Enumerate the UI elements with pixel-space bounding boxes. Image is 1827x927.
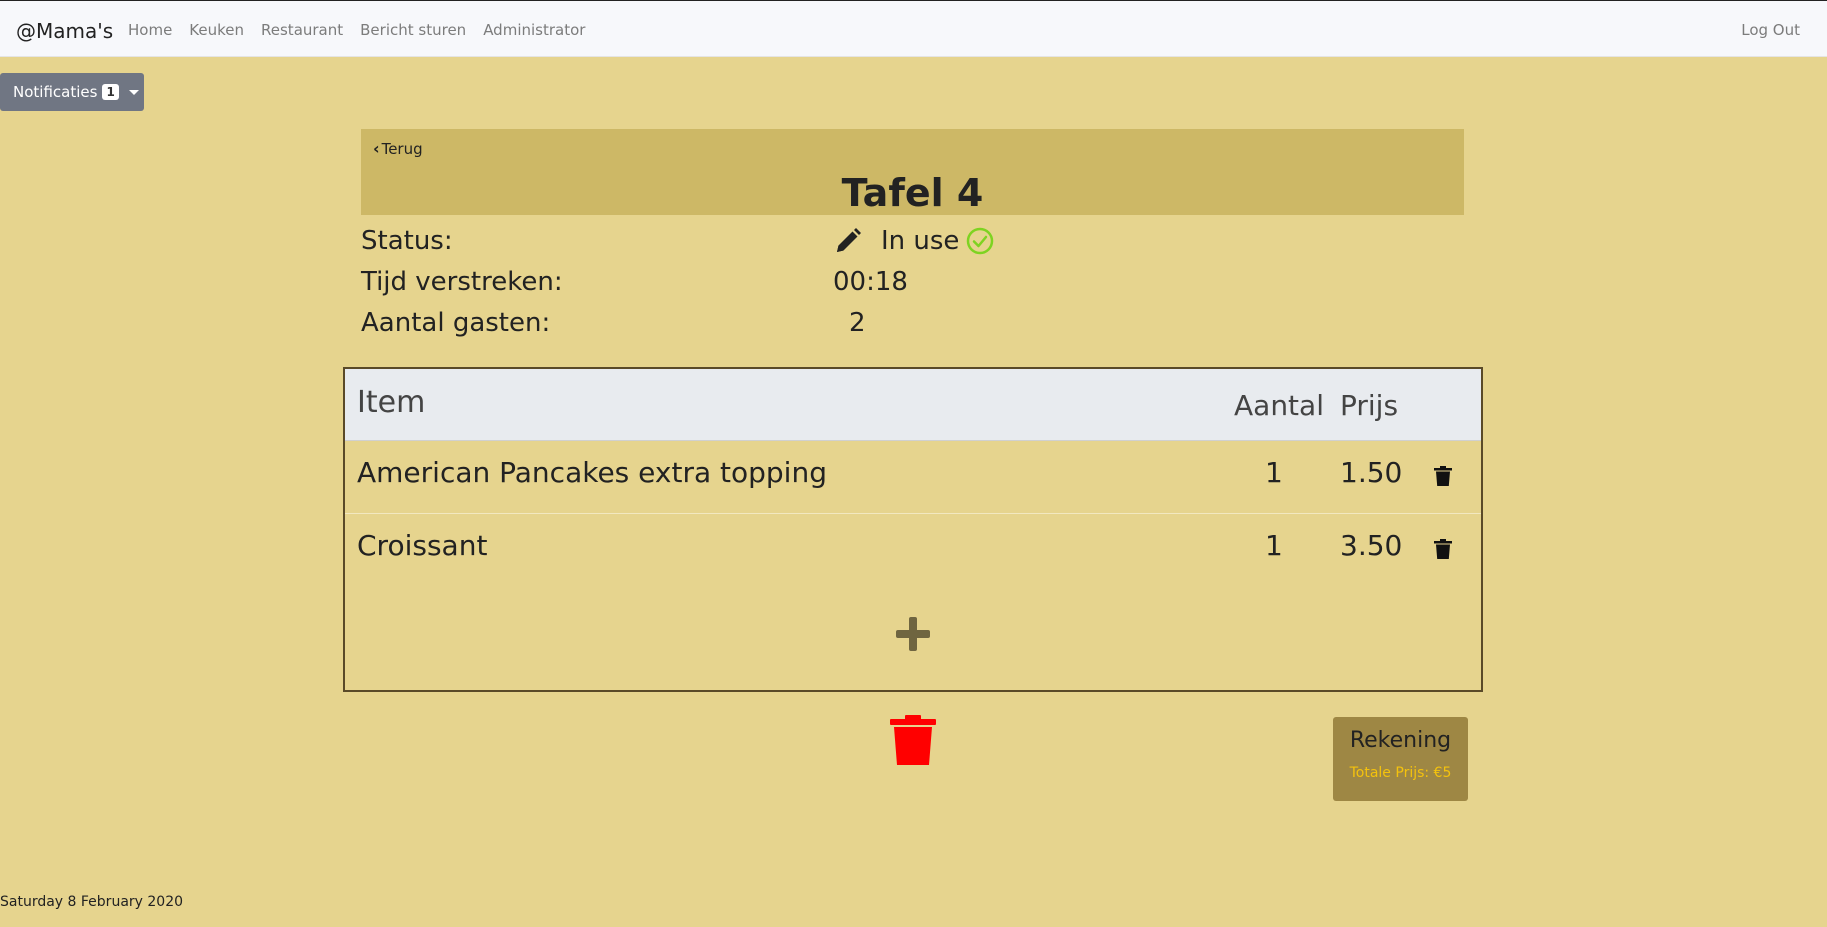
row-item-price: 1.50 bbox=[1340, 456, 1403, 489]
nav-link-home[interactable]: Home bbox=[128, 21, 172, 39]
brand-logo[interactable]: @Mama's bbox=[16, 19, 113, 43]
guests-row: Aantal gasten: 2 bbox=[361, 308, 1061, 344]
nav-link-bericht-sturen[interactable]: Bericht sturen bbox=[360, 21, 466, 39]
status-label: Status: bbox=[361, 226, 453, 256]
footer-date: Saturday 8 February 2020 bbox=[0, 894, 184, 910]
delete-table-trash-icon[interactable] bbox=[890, 715, 936, 765]
notifications-dropdown-button[interactable]: Notificaties 1 bbox=[0, 73, 144, 111]
table-row: Croissant 1 3.50 bbox=[345, 515, 1481, 587]
table-header-panel: ‹ Terug Tafel 4 bbox=[361, 129, 1464, 215]
pencil-edit-icon[interactable] bbox=[833, 226, 863, 256]
status-value: In use bbox=[881, 226, 960, 256]
status-value-group: In use bbox=[833, 226, 994, 256]
caret-down-icon bbox=[128, 89, 139, 95]
logout-link[interactable]: Log Out bbox=[1741, 21, 1800, 39]
column-header-price: Prijs bbox=[1340, 389, 1399, 422]
row-item-quantity: 1 bbox=[1265, 456, 1283, 489]
status-row: Status: In use bbox=[361, 226, 1061, 262]
back-label: Terug bbox=[381, 139, 423, 158]
nav-link-restaurant[interactable]: Restaurant bbox=[261, 21, 343, 39]
order-table: Item Aantal Prijs American Pancakes extr… bbox=[343, 367, 1483, 692]
check-circle-icon bbox=[966, 227, 994, 255]
nav-links: Home Keuken Restaurant Bericht sturen Ad… bbox=[128, 21, 602, 39]
back-link[interactable]: ‹ Terug bbox=[373, 139, 423, 158]
navbar: @Mama's Home Keuken Restaurant Bericht s… bbox=[0, 0, 1827, 57]
notifications-label: Notificaties bbox=[13, 83, 98, 101]
nav-link-administrator[interactable]: Administrator bbox=[483, 21, 585, 39]
bill-label: Rekening bbox=[1349, 728, 1452, 753]
page-title: Tafel 4 bbox=[841, 171, 984, 215]
bill-total-price: Totale Prijs: €5 bbox=[1349, 765, 1452, 781]
trash-icon[interactable] bbox=[1434, 466, 1452, 486]
add-item-plus-icon[interactable] bbox=[893, 614, 933, 654]
guests-label: Aantal gasten: bbox=[361, 308, 551, 338]
elapsed-time-value: 00:18 bbox=[833, 267, 908, 297]
guests-value[interactable]: 2 bbox=[849, 308, 866, 338]
nav-link-keuken[interactable]: Keuken bbox=[189, 21, 244, 39]
table-header-row: Item Aantal Prijs bbox=[345, 369, 1481, 441]
row-item-price: 3.50 bbox=[1340, 529, 1403, 562]
bill-button[interactable]: Rekening Totale Prijs: €5 bbox=[1333, 717, 1468, 801]
notifications-count-badge: 1 bbox=[102, 84, 119, 100]
elapsed-time-label: Tijd verstreken: bbox=[361, 267, 563, 297]
row-item-name: Croissant bbox=[357, 529, 488, 562]
column-header-quantity: Aantal bbox=[1234, 389, 1324, 422]
chevron-left-icon: ‹ bbox=[373, 139, 380, 158]
row-item-name: American Pancakes extra topping bbox=[357, 456, 827, 489]
row-item-quantity: 1 bbox=[1265, 529, 1283, 562]
trash-icon[interactable] bbox=[1434, 539, 1452, 559]
column-header-item: Item bbox=[357, 385, 426, 420]
table-row: American Pancakes extra topping 1 1.50 bbox=[345, 442, 1481, 514]
elapsed-time-row: Tijd verstreken: 00:18 bbox=[361, 267, 1061, 303]
